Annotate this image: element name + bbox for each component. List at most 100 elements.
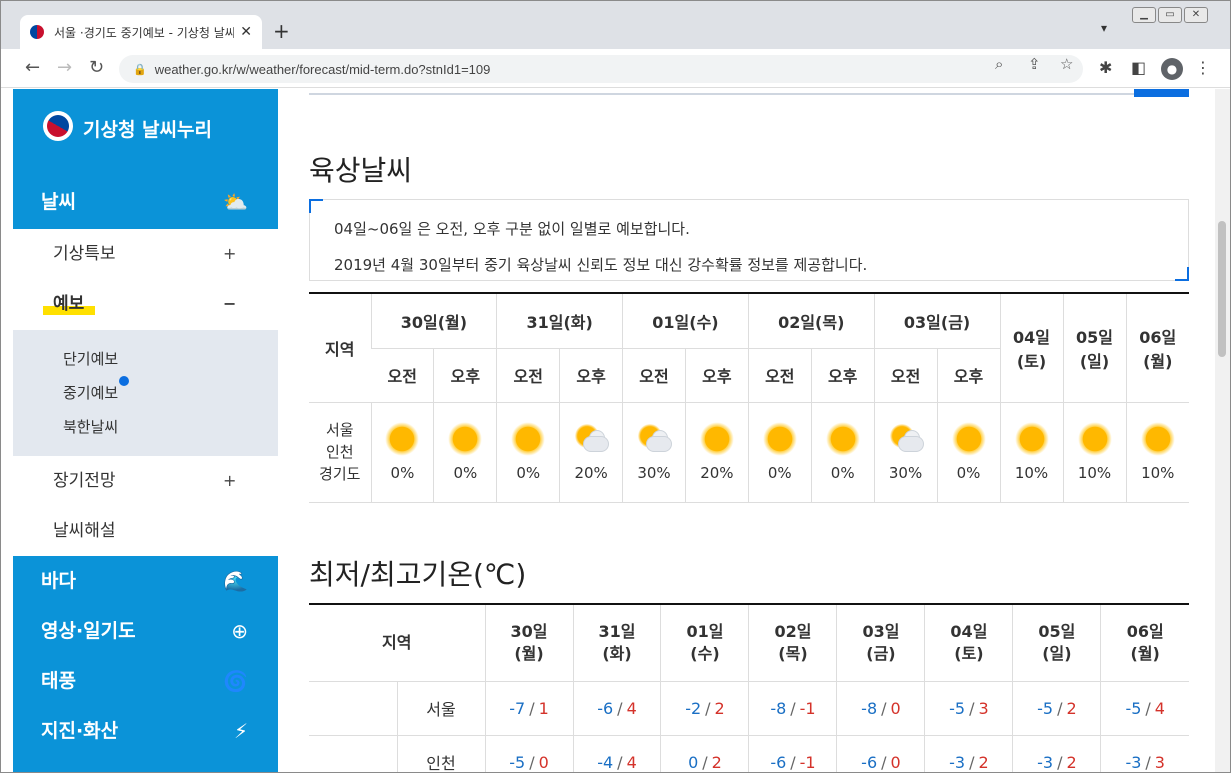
kma-logo-icon[interactable] <box>43 111 73 141</box>
extensions-puzzle-icon[interactable]: ✱ <box>1099 58 1112 77</box>
max-temp: -1 <box>799 752 816 772</box>
expand-plus-icon[interactable]: + <box>223 456 236 506</box>
min-temp: -6 <box>770 752 787 772</box>
back-arrow-icon[interactable]: ← <box>25 57 40 78</box>
day-header: 02일(목) <box>747 294 875 349</box>
day-header: 05일 (일) <box>1062 294 1126 403</box>
temp-cell: 0/2 <box>660 735 749 772</box>
share-icon[interactable]: ⇪ <box>1028 55 1041 73</box>
land-forecast-table: 지역 30일(월) 31일(화) 01일(수) 02일(목) 03일(금) 04… <box>309 292 1189 503</box>
category-earthquake[interactable]: 지진·화산 ⚡ <box>13 706 278 756</box>
browser-tab[interactable]: 서울 ·경기도 중기예보 - 기상청 날씨누리 ✕ <box>20 15 262 49</box>
category-sea[interactable]: 바다 🌊 <box>13 556 278 606</box>
maximize-icon[interactable]: ▭ <box>1158 7 1182 23</box>
current-page-dot <box>119 376 129 386</box>
collapse-minus-icon[interactable]: − <box>223 279 236 329</box>
scrollbar-thumb[interactable] <box>1218 221 1226 357</box>
precip-probability: 0% <box>516 464 541 482</box>
sidebar: 기상청 날씨누리 날씨 ⛅ 기상특보 + 예보 − 단기예보 중기예보 북한날씨… <box>13 89 278 772</box>
separator: / <box>790 752 796 772</box>
sunny-icon <box>825 422 860 456</box>
menu-forecast[interactable]: 예보 − <box>13 279 278 329</box>
min-temp: -6 <box>597 698 614 718</box>
partly-cloudy-icon <box>634 422 674 456</box>
day-header: 04일 (토) <box>999 294 1063 403</box>
temp-cell: -5/2 <box>1012 681 1101 736</box>
category-weather[interactable]: 날씨 ⛅ <box>13 177 278 227</box>
tab-close-icon[interactable]: ✕ <box>240 24 252 40</box>
max-temp: 2 <box>714 698 725 718</box>
region-group-cell <box>309 681 397 736</box>
sunny-icon <box>1140 422 1175 456</box>
forecast-cell: 20% <box>559 402 623 503</box>
am-header: 오전 <box>496 348 560 403</box>
separator: / <box>617 752 623 772</box>
table-row: 서울 -7/1 -6/4 -2/2 -8/-1 -8/0 -5/3 -5/2 -5/4 <box>309 681 1189 736</box>
separator: / <box>1057 752 1063 772</box>
notice-line-1: 04일~06일 은 오전, 오후 구분 없이 일별로 예보합니다. <box>334 220 690 238</box>
minimize-icon[interactable]: ▁ <box>1132 7 1156 23</box>
menu-kebab-icon[interactable]: ⋮ <box>1195 58 1211 77</box>
tab-title: 서울 ·경기도 중기예보 - 기상청 날씨누리 <box>54 25 235 40</box>
category-imagery[interactable]: 영상·일기도 ⊕ <box>13 606 278 656</box>
expand-plus-icon[interactable]: + <box>223 229 236 279</box>
temperature-table: 지역 30일 (월) 31일 (화) 01일 (수) 02일 (목) 03일 (금) 04일 (토) 0… <box>309 603 1189 772</box>
separator: / <box>881 698 887 718</box>
submenu-north-korea[interactable]: 북한날씨 <box>63 416 118 437</box>
temp-cell: -5/0 <box>484 735 573 772</box>
search-button[interactable] <box>1134 89 1189 97</box>
category-more[interactable] <box>13 756 278 772</box>
max-temp: 2 <box>978 752 989 772</box>
forward-arrow-icon[interactable]: → <box>57 57 72 78</box>
url-text[interactable]: weather.go.kr/w/weather/forecast/mid-ter… <box>155 62 491 77</box>
separator: / <box>705 698 711 718</box>
city-cell: 인천 <box>396 735 486 772</box>
day-header: 02일(목) <box>748 605 837 682</box>
side-panel-icon[interactable]: ◧ <box>1131 58 1146 77</box>
separator: / <box>969 752 975 772</box>
temp-cell: -3/3 <box>1100 735 1189 772</box>
address-bar[interactable]: 🔒 weather.go.kr/w/weather/forecast/mid-t… <box>119 55 1083 83</box>
min-temp: -6 <box>861 752 878 772</box>
min-temp: -4 <box>597 752 614 772</box>
max-temp: 2 <box>1066 752 1077 772</box>
sunny-icon <box>385 422 420 456</box>
search-input[interactable] <box>309 89 1135 95</box>
tab-strip: 서울 ·경기도 중기예보 - 기상청 날씨누리 ✕ + ▾ ▁ ▭ ✕ <box>1 1 1230 49</box>
menu-warnings[interactable]: 기상특보 + <box>13 229 278 279</box>
separator: / <box>529 698 535 718</box>
forecast-cell: 10% <box>1062 402 1126 503</box>
region-group-cell <box>309 735 397 772</box>
max-temp: 2 <box>711 752 722 772</box>
window-controls: ▁ ▭ ✕ <box>1132 7 1208 23</box>
category-typhoon[interactable]: 태풍 🌀 <box>13 656 278 706</box>
temperature-title: 최저/최고기온(℃) <box>309 558 527 591</box>
menu-long-range[interactable]: 장기전망 + <box>13 456 278 506</box>
profile-avatar-icon[interactable]: ● <box>1161 58 1183 80</box>
new-tab-button[interactable]: + <box>273 19 290 43</box>
separator: / <box>790 698 796 718</box>
zoom-search-icon[interactable]: ⌕ <box>995 55 1003 73</box>
submenu-mid-term[interactable]: 중기예보 <box>63 382 118 403</box>
tab-search-chevron-icon[interactable]: ▾ <box>1101 21 1107 35</box>
day-header: 03일(금) <box>873 294 1000 349</box>
category-sea-label: 바다 <box>41 570 76 592</box>
menu-commentary[interactable]: 날씨해설 <box>13 506 278 556</box>
region-header: 지역 <box>309 605 486 682</box>
separator: / <box>1145 752 1151 772</box>
reload-icon[interactable]: ↻ <box>89 57 104 78</box>
category-typhoon-label: 태풍 <box>41 670 76 692</box>
submenu-short-term[interactable]: 단기예보 <box>63 348 118 369</box>
temp-cell: -3/2 <box>924 735 1013 772</box>
scrollbar[interactable] <box>1215 89 1230 772</box>
temp-cell: -8/0 <box>836 681 925 736</box>
temp-cell: -6/0 <box>836 735 925 772</box>
min-temp: -3 <box>949 752 966 772</box>
brand-name[interactable]: 기상청 날씨누리 <box>83 115 212 142</box>
am-header: 오전 <box>873 348 938 403</box>
close-window-icon[interactable]: ✕ <box>1184 7 1208 23</box>
wave-icon: 🌊 <box>223 569 248 593</box>
bookmark-star-icon[interactable]: ☆ <box>1060 55 1073 73</box>
lock-icon[interactable]: 🔒 <box>133 63 147 76</box>
temp-cell: -5/4 <box>1100 681 1189 736</box>
